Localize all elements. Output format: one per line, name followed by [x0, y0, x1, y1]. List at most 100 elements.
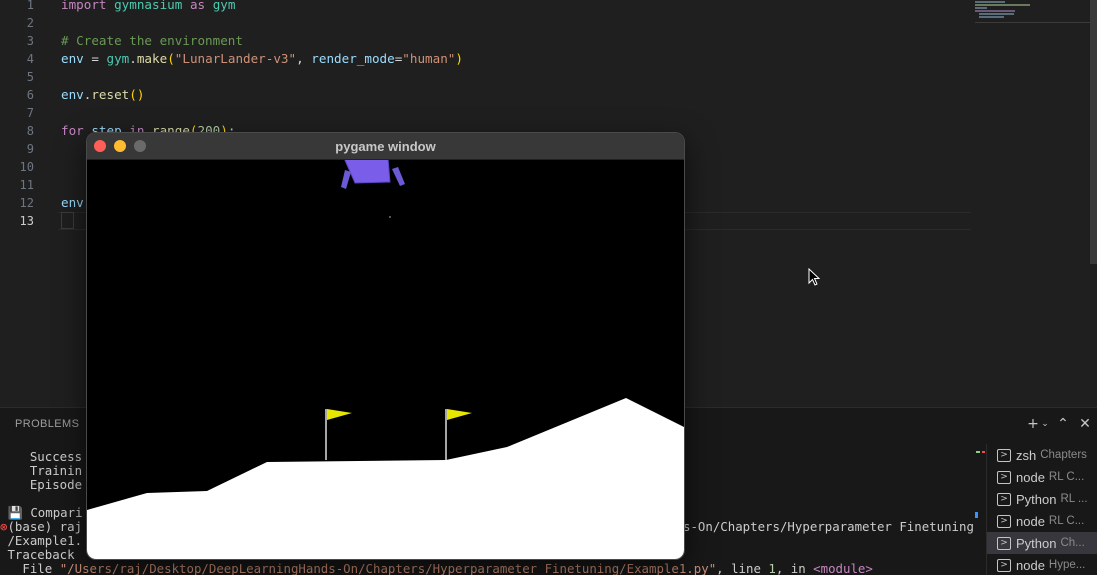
line-number: 9	[26, 142, 34, 156]
maximize-panel-icon[interactable]: ⌃	[1055, 416, 1071, 432]
terminal-icon: >	[997, 448, 1011, 462]
line-number: 5	[26, 70, 34, 84]
variable: env	[61, 195, 84, 210]
prompt-text: (base) raj	[7, 519, 83, 534]
function-name: make	[136, 51, 168, 66]
terminal-item-zsh[interactable]: > zsh Chapters	[987, 444, 1097, 466]
line-number: 8	[26, 124, 34, 138]
code-line-3[interactable]: # Create the environment	[61, 32, 243, 50]
terminal-item-node[interactable]: > node RL C...	[987, 466, 1097, 488]
terminal-desc: RL C...	[1048, 471, 1085, 483]
text-cursor	[61, 212, 74, 229]
terminal-output-line: Trainin	[0, 463, 83, 478]
terminal-desc: RL C...	[1048, 515, 1085, 527]
tab-problems[interactable]: PROBLEMS	[15, 418, 79, 430]
operator: .	[129, 51, 137, 66]
terminal-output-line: /Example1.	[0, 533, 83, 548]
mouse-pointer-icon	[808, 268, 820, 286]
minimap-line	[979, 16, 1004, 18]
keyword-argument: render_mode	[311, 51, 395, 66]
close-panel-icon[interactable]: ✕	[1077, 416, 1093, 432]
line-number-value: 1	[768, 561, 776, 575]
keyword: import	[61, 0, 107, 12]
editor-scrollbar[interactable]	[1090, 0, 1097, 264]
terminal-name: node	[1016, 469, 1045, 485]
terminal-output-line: Episode	[0, 477, 83, 492]
overview-marker	[982, 451, 985, 453]
window-title: pygame window	[335, 139, 436, 154]
string-literal: "human"	[402, 51, 456, 66]
keyword: for	[61, 123, 84, 138]
line-number: 7	[26, 106, 34, 120]
module-alias: gym	[106, 51, 130, 66]
terminal-desc: Chapters	[1040, 449, 1087, 461]
paren: )	[455, 51, 463, 66]
line-number: 11	[19, 178, 34, 192]
terminal-list: > zsh Chapters > node RL C... > Python RL ... …	[986, 444, 1097, 575]
terminal-name: Python	[1016, 491, 1057, 507]
overview-marker	[975, 512, 978, 518]
minimap[interactable]	[975, 0, 1090, 24]
module-name: gymnasium	[114, 0, 183, 12]
code-line-4[interactable]: env = gym.make("LunarLander-v3", render_…	[61, 50, 463, 68]
minimap-viewport-edge	[975, 22, 1090, 23]
terminal-icon: >	[997, 470, 1011, 484]
line-number: 2	[26, 16, 34, 30]
variable: env	[61, 87, 84, 102]
terminal-desc: Hype...	[1048, 559, 1086, 571]
add-terminal-icon[interactable]: +	[1025, 416, 1041, 432]
code-comment: # Create the environment	[61, 33, 243, 48]
window-titlebar[interactable]: pygame window	[87, 133, 684, 160]
line-number: 6	[26, 88, 34, 102]
terminal-prompt-tail: s-On/Chapters/Hyperparameter Finetuning	[683, 519, 974, 534]
game-canvas[interactable]	[87, 160, 685, 560]
paren: ()	[129, 87, 145, 102]
terminal-icon: >	[997, 514, 1011, 528]
terminal-item-node[interactable]: > node RL C...	[987, 510, 1097, 532]
paren: (	[167, 51, 175, 66]
function-name: reset	[91, 87, 130, 102]
panel-actions: + ⌄ ⌃ ✕	[1025, 416, 1093, 432]
minimap-line	[975, 10, 1015, 12]
terminal-prompt-line: ⊗(base) raj	[0, 520, 82, 534]
terminal-name: node	[1016, 557, 1045, 573]
pygame-window[interactable]: pygame window	[86, 132, 685, 560]
terminal-file-line: File "/Users/raj/Desktop/DeepLearningHan…	[0, 561, 873, 575]
line-number: 10	[19, 160, 34, 174]
terminal-desc: RL ...	[1060, 493, 1088, 505]
file-prefix: File	[0, 561, 60, 575]
operator: ,	[296, 51, 312, 66]
minimap-line	[975, 1, 1005, 3]
terminal-name: Python	[1016, 535, 1057, 551]
file-path-link[interactable]: "/Users/raj/Desktop/DeepLearningHands-On…	[60, 561, 716, 575]
terminal-icon: >	[997, 492, 1011, 506]
line-number: 3	[26, 34, 34, 48]
line-number: 4	[26, 52, 34, 66]
string-literal: "LunarLander-v3"	[174, 51, 297, 66]
terminal-icon: >	[997, 536, 1011, 550]
code-line-6[interactable]: env.reset()	[61, 86, 144, 104]
terminal-name: zsh	[1016, 447, 1037, 463]
terminal-item-node[interactable]: > node Hype...	[987, 554, 1097, 575]
terminal-name: node	[1016, 513, 1045, 529]
module-alias: gym	[212, 0, 236, 12]
overview-marker	[976, 451, 980, 453]
terminal-item-python[interactable]: > Python RL ...	[987, 488, 1097, 510]
line-text: , line	[716, 561, 769, 575]
line-number: 12	[19, 196, 34, 210]
terminal-desc: Ch...	[1060, 537, 1085, 549]
line-number-active: 13	[19, 214, 34, 228]
particle	[389, 216, 391, 218]
terminal-icon: >	[997, 558, 1011, 572]
terminal-output-line: Success	[0, 449, 83, 464]
minimap-line	[975, 4, 1030, 6]
in-text: , in	[775, 561, 814, 575]
line-number: 1	[26, 0, 34, 12]
terminal-output-line: 💾 Compari	[0, 505, 83, 520]
variable: env	[61, 51, 84, 66]
chevron-down-icon[interactable]: ⌄	[1041, 419, 1049, 429]
module-tag: <module>	[813, 561, 873, 575]
code-line-12[interactable]: env	[61, 194, 84, 212]
code-line-1[interactable]: import gymnasium as gym	[61, 0, 235, 14]
terminal-item-python-selected[interactable]: > Python Ch...	[987, 532, 1097, 554]
